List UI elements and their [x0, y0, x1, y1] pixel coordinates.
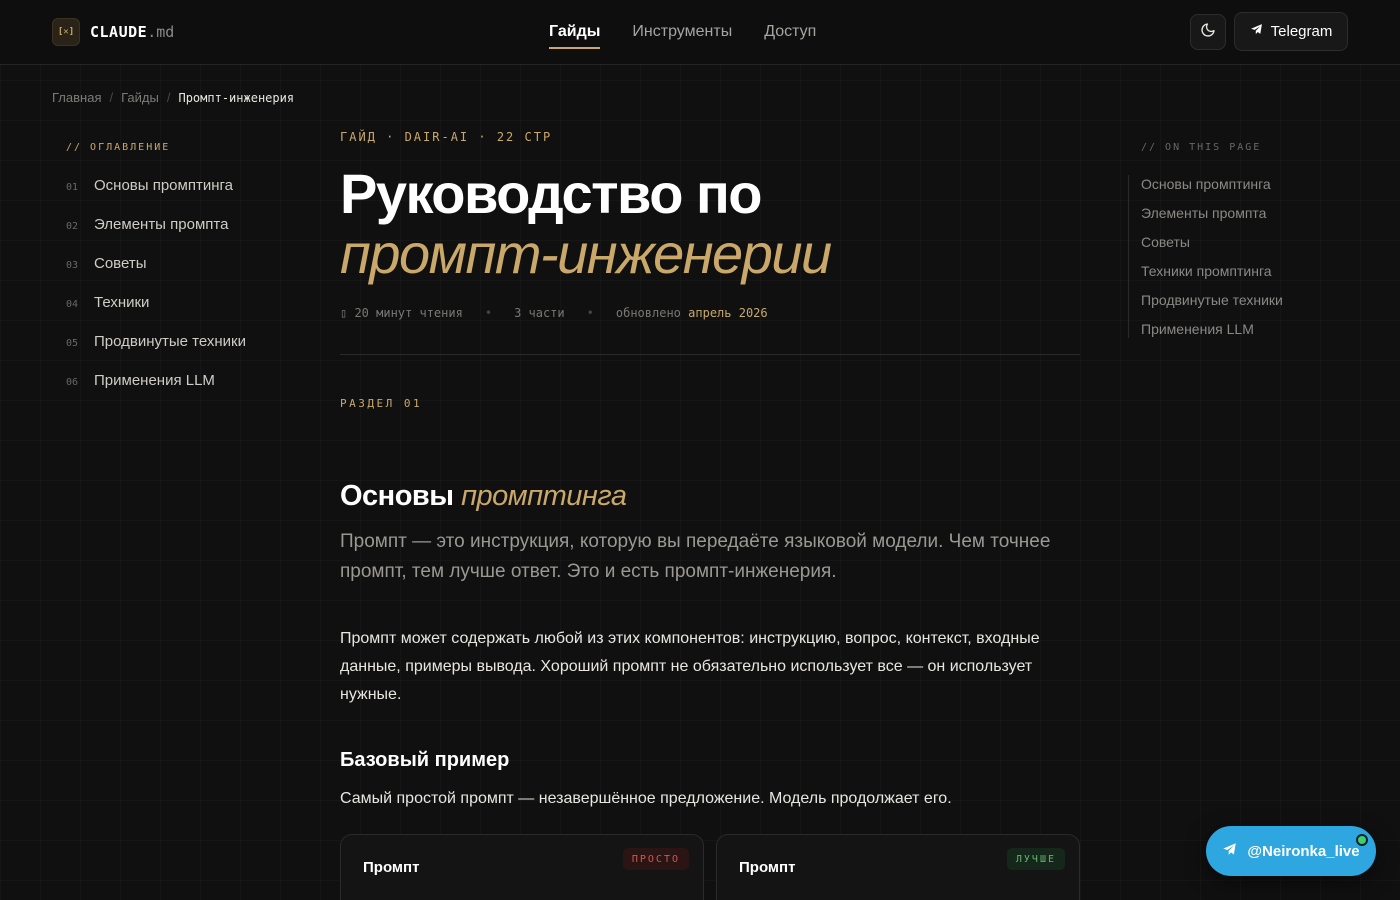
toc-item-number: 01	[66, 182, 79, 193]
section-label: РАЗДЕЛ 01	[340, 397, 423, 410]
on-this-page-link[interactable]: Элементы промпта	[1141, 204, 1348, 233]
toc-item-label: Основы промптинга	[94, 177, 233, 194]
on-this-page: // ON THIS PAGE Основы промптинга Элемен…	[1128, 142, 1348, 338]
breadcrumb-guides[interactable]: Гайды	[121, 90, 159, 105]
toc-item-number: 04	[66, 299, 79, 310]
toc-item-label: Советы	[94, 255, 147, 272]
toc-item[interactable]: 02 Элементы промпта	[66, 216, 306, 255]
telegram-handle: @Neironka_live	[1247, 842, 1360, 860]
toc-item-number: 06	[66, 377, 79, 388]
on-this-page-link[interactable]: Техники промптинга	[1141, 262, 1348, 291]
on-this-page-link[interactable]: Основы промптинга	[1141, 175, 1348, 204]
lead-paragraph: Промпт — это инструкция, которую вы пере…	[340, 531, 1051, 582]
prompt-example-card: Промпт ПРОСТО	[340, 834, 704, 900]
logo-name: CLAUDE	[90, 23, 148, 41]
breadcrumb-separator: /	[109, 90, 114, 105]
meta-separator-dot: •	[586, 306, 594, 320]
main-nav: Гайды Инструменты Доступ	[549, 0, 816, 64]
toc-item[interactable]: 03 Советы	[66, 255, 306, 294]
toc-item-number: 02	[66, 221, 79, 232]
on-this-page-heading: // ON THIS PAGE	[1141, 142, 1262, 153]
section-heading-accent: промптинга	[461, 480, 627, 512]
toc-item-number: 03	[66, 260, 79, 271]
nav-item-access[interactable]: Доступ	[764, 0, 816, 64]
logo-mark-icon: [✕]	[52, 18, 80, 46]
updated-date: апрель 2026	[688, 306, 768, 320]
telegram-button-label: Telegram	[1270, 23, 1333, 40]
toc-item[interactable]: 01 Основы промптинга	[66, 177, 306, 216]
top-header: [✕] CLAUDE .md Гайды Инструменты Доступ T…	[0, 0, 1400, 65]
divider	[340, 354, 1080, 355]
nav-item-guides[interactable]: Гайды	[549, 0, 601, 64]
article: ГАЙД · DAIR-AI · 22 СТР Руководство по п…	[340, 130, 1080, 900]
floating-telegram-button[interactable]: @Neironka_live	[1206, 826, 1376, 876]
table-of-contents: // ОГЛАВЛЕНИЕ 01 Основы промптинга 02 Эл…	[66, 142, 306, 411]
status-badge: ЛУЧШЕ	[1006, 848, 1065, 870]
parts-count: 3 части	[514, 306, 565, 320]
section-heading-plain: Основы	[340, 480, 454, 512]
status-badge: ПРОСТО	[622, 848, 689, 870]
on-this-page-list: Основы промптинга Элементы промпта Совет…	[1128, 175, 1348, 338]
moon-icon	[1200, 22, 1216, 43]
toc-item[interactable]: 05 Продвинутые техники	[66, 333, 306, 372]
toc-heading: // ОГЛАВЛЕНИЕ	[66, 142, 171, 153]
breadcrumb-current: Промпт-инженерия	[178, 90, 295, 105]
toc-item-number: 05	[66, 338, 79, 349]
updated-info: обновлено апрель 2026	[616, 306, 768, 320]
theme-toggle-button[interactable]	[1190, 14, 1226, 50]
updated-prefix: обновлено	[615, 306, 681, 320]
telegram-icon	[1222, 842, 1237, 861]
toc-item[interactable]: 04 Техники	[66, 294, 306, 333]
page-title: Руководство по	[340, 162, 763, 225]
read-time: ▯ 20 минут чтения	[340, 306, 463, 320]
article-meta-row: ▯ 20 минут чтения • 3 части • обновлено …	[340, 306, 1080, 320]
nav-item-tools[interactable]: Инструменты	[632, 0, 732, 64]
subsection-heading: Базовый пример	[340, 749, 510, 771]
toc-item[interactable]: 06 Применения LLM	[66, 372, 306, 411]
online-status-indicator	[1356, 834, 1368, 846]
telegram-button[interactable]: Telegram	[1234, 12, 1348, 51]
section-heading: Основы промптинга	[340, 480, 1080, 513]
toc-item-label: Техники	[94, 294, 150, 311]
breadcrumb-separator: /	[166, 90, 171, 105]
article-meta-top: ГАЙД · DAIR-AI · 22 СТР	[340, 130, 553, 144]
on-this-page-link[interactable]: Советы	[1141, 233, 1348, 262]
telegram-icon	[1250, 23, 1263, 40]
example-cards: Промпт ПРОСТО Промпт ЛУЧШЕ	[340, 834, 1080, 900]
toc-item-label: Элементы промпта	[94, 216, 229, 233]
breadcrumb: Главная / Гайды / Промпт-инженерия	[52, 90, 294, 105]
toc-item-label: Продвинутые техники	[94, 333, 246, 350]
breadcrumb-home[interactable]: Главная	[52, 90, 101, 105]
prompt-example-card: Промпт ЛУЧШЕ	[716, 834, 1080, 900]
logo-extension: .md	[147, 23, 175, 41]
page-title-accent: промпт-инженерии	[340, 222, 832, 285]
toc-item-label: Применения LLM	[94, 372, 215, 389]
on-this-page-link[interactable]: Применения LLM	[1141, 320, 1348, 338]
logo[interactable]: [✕] CLAUDE .md	[52, 18, 174, 46]
body-paragraph: Самый простой промпт — незавершённое пре…	[340, 790, 952, 807]
body-paragraph: Промпт может содержать любой из этих ком…	[340, 630, 1040, 703]
on-this-page-link[interactable]: Продвинутые техники	[1141, 291, 1348, 320]
meta-separator-dot: •	[484, 306, 493, 320]
